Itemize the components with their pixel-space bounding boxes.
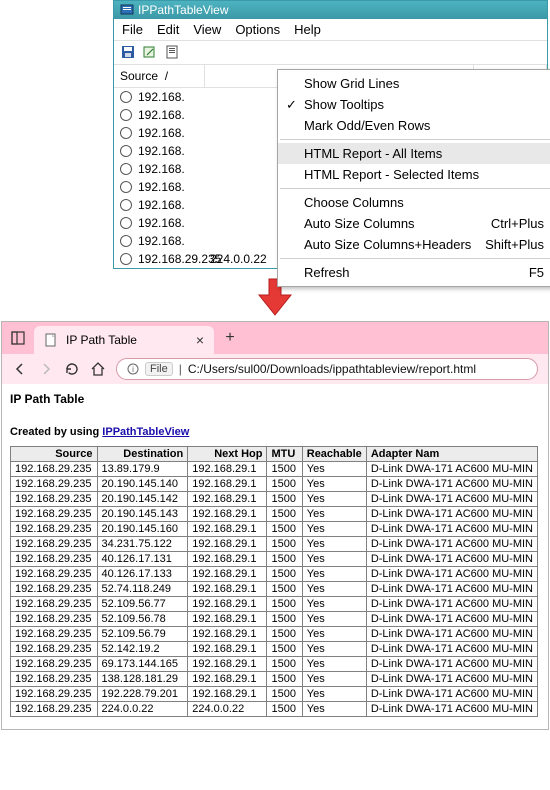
grid-body: 192.168.192.168.192.168.192.168.192.168.… (114, 88, 547, 268)
table-row: 192.168.29.23540.126.17.131192.168.29.11… (11, 552, 538, 567)
page-icon (44, 333, 58, 347)
url-scheme-badge: File (145, 362, 173, 376)
shortcut: F5 (529, 265, 544, 280)
table-row: 192.168.29.23540.126.17.133192.168.29.11… (11, 567, 538, 582)
menu-refresh[interactable]: Refresh F5 (278, 262, 550, 283)
table-row: 192.168.29.23520.190.145.142192.168.29.1… (11, 492, 538, 507)
row-radio-icon[interactable] (120, 145, 132, 157)
table-row: 192.168.29.235138.128.181.29192.168.29.1… (11, 672, 538, 687)
col-source[interactable]: Source (11, 447, 98, 462)
home-icon[interactable] (90, 361, 106, 377)
menu-separator (280, 188, 550, 189)
menu-html-report-selected[interactable]: HTML Report - Selected Items (278, 164, 550, 185)
table-row: 192.168.29.23552.74.118.249192.168.29.11… (11, 582, 538, 597)
col-reachable[interactable]: Reachable (302, 447, 366, 462)
byline: Created by using IPPathTableView (10, 426, 538, 438)
col-next-hop[interactable]: Next Hop (188, 447, 267, 462)
tab-title: IP Path Table (66, 333, 137, 347)
properties-icon[interactable] (164, 44, 180, 60)
row-radio-icon[interactable] (120, 163, 132, 175)
table-row: 192.168.29.23520.190.145.143192.168.29.1… (11, 507, 538, 522)
table-row: 192.168.29.23520.190.145.160192.168.29.1… (11, 522, 538, 537)
row-radio-icon[interactable] (120, 109, 132, 121)
report-header-row: Source Destination Next Hop MTU Reachabl… (11, 447, 538, 462)
app-title: IPPathTableView (138, 3, 229, 17)
url-path: C:/Users/sul00/Downloads/ippathtableview… (188, 362, 476, 376)
menu-auto-size-columns-headers[interactable]: Auto Size Columns+Headers Shift+Plus (278, 234, 550, 255)
report-table: Source Destination Next Hop MTU Reachabl… (10, 446, 538, 717)
menu-help[interactable]: Help (294, 22, 321, 37)
menu-html-report-all[interactable]: HTML Report - All Items (278, 143, 550, 164)
byline-link[interactable]: IPPathTableView (102, 426, 189, 438)
svg-text:i: i (132, 365, 134, 374)
back-icon[interactable] (12, 361, 28, 377)
row-radio-icon[interactable] (120, 91, 132, 103)
row-radio-icon[interactable] (120, 217, 132, 229)
table-row: 192.168.29.23569.173.144.165192.168.29.1… (11, 657, 538, 672)
document-body: IP Path Table Created by using IPPathTab… (2, 384, 548, 729)
info-icon: i (127, 363, 139, 375)
menu-separator (280, 258, 550, 259)
shortcut: Shift+Plus (485, 237, 544, 252)
tool-bar (114, 41, 547, 65)
menu-auto-size-columns[interactable]: Auto Size Columns Ctrl+Plus (278, 213, 550, 234)
ippathtableview-window: IPPathTableView File Edit View Options H… (113, 0, 548, 269)
reload-icon[interactable] (64, 361, 80, 377)
menu-view[interactable]: View (193, 22, 221, 37)
table-row: 192.168.29.235192.228.79.201192.168.29.1… (11, 687, 538, 702)
column-source[interactable]: Source / (114, 65, 205, 87)
menu-file[interactable]: File (122, 22, 143, 37)
menu-show-grid-lines[interactable]: Show Grid Lines (278, 73, 550, 94)
view-dropdown: Show Grid Lines Show Tooltips Mark Odd/E… (277, 69, 550, 287)
row-radio-icon[interactable] (120, 199, 132, 211)
menu-edit[interactable]: Edit (157, 22, 179, 37)
row-radio-icon[interactable] (120, 253, 132, 265)
table-row: 192.168.29.23520.190.145.140192.168.29.1… (11, 477, 538, 492)
forward-icon[interactable] (38, 361, 54, 377)
table-row: 192.168.29.23552.109.56.78192.168.29.115… (11, 612, 538, 627)
col-mtu[interactable]: MTU (267, 447, 302, 462)
row-radio-icon[interactable] (120, 127, 132, 139)
table-row: 192.168.29.235224.0.0.22224.0.0.221500Ye… (11, 702, 538, 717)
table-row: 192.168.29.23552.142.19.2192.168.29.1150… (11, 642, 538, 657)
menu-mark-odd-even[interactable]: Mark Odd/Even Rows (278, 115, 550, 136)
nav-bar: i File | C:/Users/sul00/Downloads/ippath… (2, 354, 548, 384)
menu-separator (280, 139, 550, 140)
menu-choose-columns[interactable]: Choose Columns (278, 192, 550, 213)
refresh-icon[interactable] (142, 44, 158, 60)
browser-tab[interactable]: IP Path Table × (34, 326, 214, 354)
table-row: 192.168.29.23552.109.56.79192.168.29.115… (11, 627, 538, 642)
table-row: 192.168.29.23513.89.179.9192.168.29.1150… (11, 462, 538, 477)
table-row: 192.168.29.23552.109.56.77192.168.29.115… (11, 597, 538, 612)
menu-show-tooltips[interactable]: Show Tooltips (278, 94, 550, 115)
table-row: 192.168.29.23534.231.75.122192.168.29.11… (11, 537, 538, 552)
new-tab-button[interactable]: + (218, 326, 242, 350)
address-bar[interactable]: i File | C:/Users/sul00/Downloads/ippath… (116, 358, 538, 380)
tab-actions-icon[interactable] (2, 322, 34, 354)
save-icon[interactable] (120, 44, 136, 60)
row-radio-icon[interactable] (120, 235, 132, 247)
app-icon (120, 3, 134, 17)
col-adapter[interactable]: Adapter Nam (366, 447, 537, 462)
close-tab-icon[interactable]: × (196, 332, 204, 348)
page-title: IP Path Table (10, 392, 538, 406)
menu-options[interactable]: Options (235, 22, 280, 37)
menu-bar: File Edit View Options Help (114, 19, 547, 41)
shortcut: Ctrl+Plus (491, 216, 544, 231)
title-bar[interactable]: IPPathTableView (114, 1, 547, 19)
browser-window: IP Path Table × + i File | C:/Users/sul0… (1, 321, 549, 730)
row-radio-icon[interactable] (120, 181, 132, 193)
tab-strip: IP Path Table × + (2, 322, 548, 354)
col-destination[interactable]: Destination (97, 447, 188, 462)
